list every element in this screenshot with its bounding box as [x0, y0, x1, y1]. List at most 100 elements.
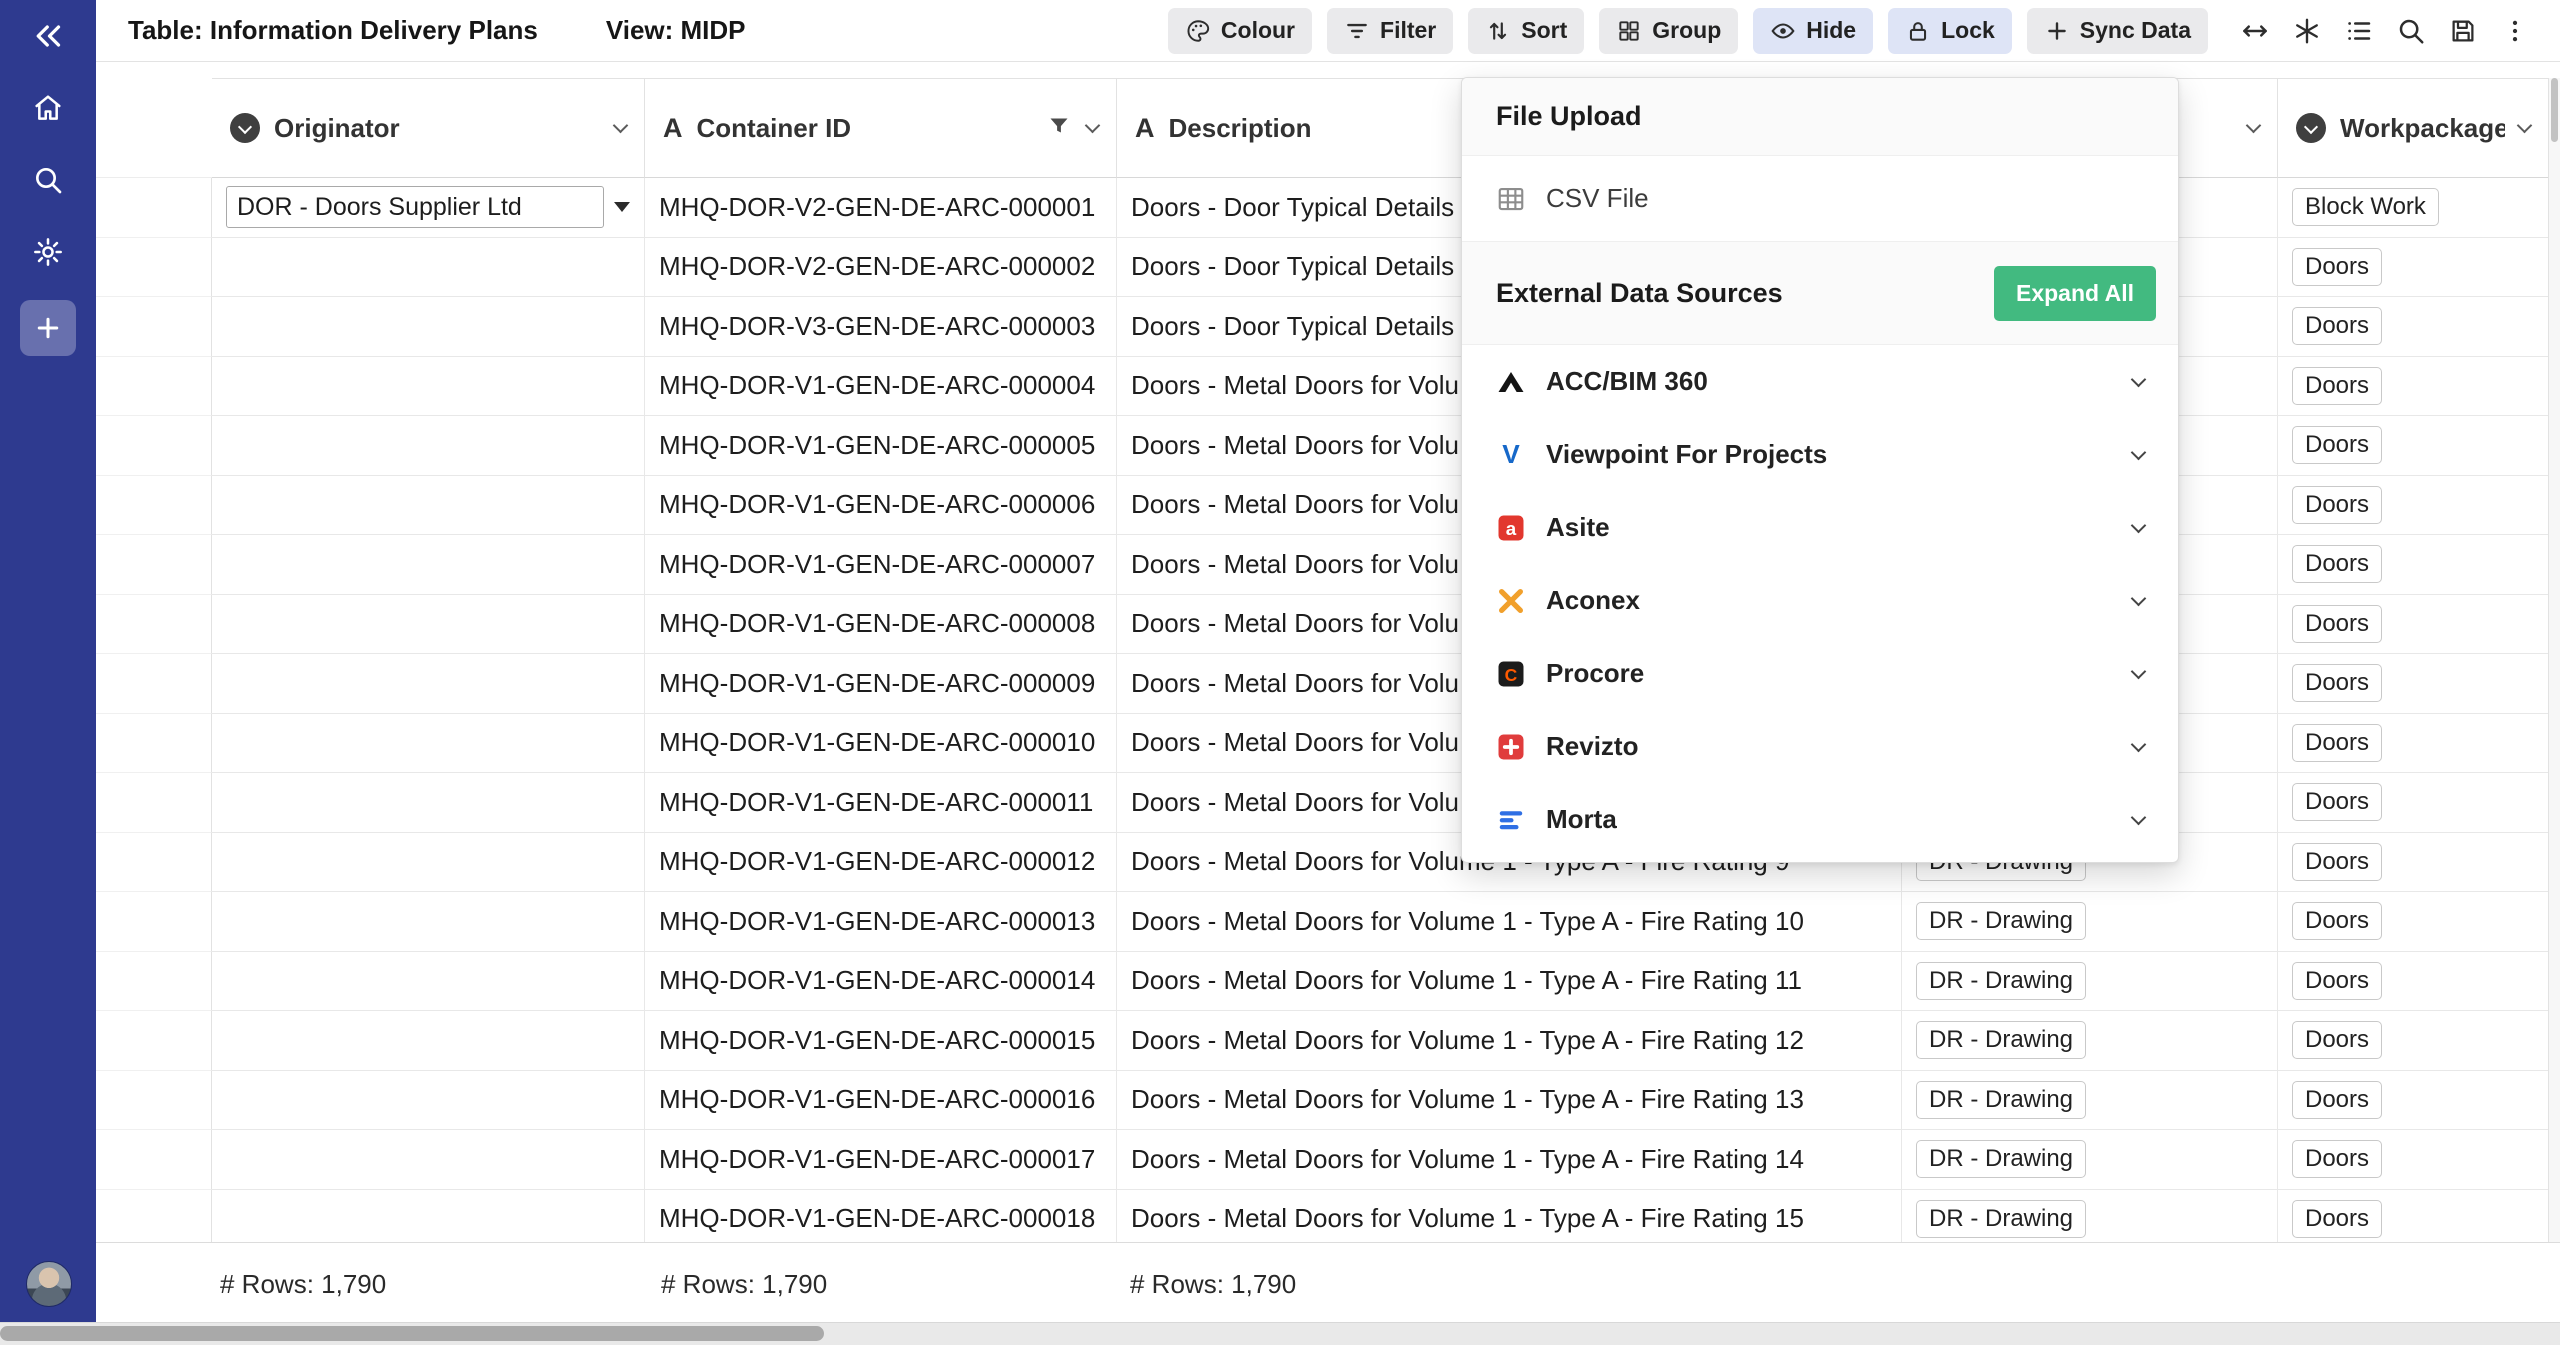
chevron-down-icon[interactable]	[2131, 809, 2147, 825]
workpackage-tag[interactable]: Doors	[2292, 426, 2382, 464]
save-icon[interactable]	[2440, 8, 2486, 54]
row-handle[interactable]	[96, 1130, 212, 1190]
cell-workpackage[interactable]: Doors	[2278, 833, 2549, 893]
workpackage-tag[interactable]: Doors	[2292, 248, 2382, 286]
toolbar-button-sync-data[interactable]: Sync Data	[2027, 8, 2208, 54]
cell-workpackage[interactable]: Doors	[2278, 714, 2549, 774]
chevron-down-icon[interactable]	[613, 118, 629, 134]
menu-item-csv-file[interactable]: CSV File	[1462, 156, 2178, 241]
cell-description[interactable]: Doors - Metal Doors for Volume 1 - Type …	[1117, 1011, 1902, 1071]
data-source-morta[interactable]: Morta	[1462, 783, 2178, 856]
cell-workpackage[interactable]: Doors	[2278, 1190, 2549, 1243]
cell-originator[interactable]	[212, 1130, 645, 1190]
list-icon[interactable]	[2336, 8, 2382, 54]
row-handle[interactable]	[96, 238, 212, 298]
cell-workpackage[interactable]: Block Work	[2278, 178, 2549, 238]
row-handle[interactable]	[96, 595, 212, 655]
cell-workpackage[interactable]: Doors	[2278, 535, 2549, 595]
workpackage-tag[interactable]: Doors	[2292, 1140, 2382, 1178]
horizontal-scrollbar-thumb[interactable]	[0, 1326, 824, 1341]
cell-workpackage[interactable]: Doors	[2278, 595, 2549, 655]
cell-workpackage[interactable]: Doors	[2278, 952, 2549, 1012]
workpackage-tag[interactable]: Doors	[2292, 1081, 2382, 1119]
toolbar-button-filter[interactable]: Filter	[1327, 8, 1453, 54]
cell-originator[interactable]	[212, 773, 645, 833]
chevron-down-icon[interactable]	[2131, 444, 2147, 460]
filter-active-icon[interactable]	[1047, 114, 1071, 143]
cell-originator[interactable]	[212, 416, 645, 476]
workpackage-tag[interactable]: Doors	[2292, 724, 2382, 762]
cell-workpackage[interactable]: Doors	[2278, 1130, 2549, 1190]
vertical-scrollbar-thumb[interactable]	[2551, 78, 2558, 142]
data-source-aconex[interactable]: Aconex	[1462, 564, 2178, 637]
cell-originator[interactable]	[212, 654, 645, 714]
document-type-tag[interactable]: DR - Drawing	[1916, 1081, 2086, 1119]
workpackage-tag[interactable]: Doors	[2292, 783, 2382, 821]
workpackage-tag[interactable]: Doors	[2292, 1021, 2382, 1059]
search-icon[interactable]	[2388, 8, 2434, 54]
cell-originator[interactable]	[212, 238, 645, 298]
cell-workpackage[interactable]: Doors	[2278, 773, 2549, 833]
cell-originator[interactable]: DOR - Doors Supplier Ltd	[212, 178, 645, 238]
cell-container-id[interactable]: MHQ-DOR-V1-GEN-DE-ARC-000015	[645, 1011, 1117, 1071]
row-handle[interactable]	[96, 535, 212, 595]
workpackage-tag[interactable]: Doors	[2292, 307, 2382, 345]
expand-all-button[interactable]: Expand All	[1994, 266, 2156, 321]
cell-originator[interactable]	[212, 952, 645, 1012]
row-handle[interactable]	[96, 1011, 212, 1071]
workpackage-tag[interactable]: Doors	[2292, 605, 2382, 643]
row-handle[interactable]	[96, 654, 212, 714]
cell-workpackage[interactable]: Doors	[2278, 297, 2549, 357]
cell-description[interactable]: Doors - Metal Doors for Volume 1 - Type …	[1117, 1071, 1902, 1131]
row-handle[interactable]	[96, 1071, 212, 1131]
document-type-tag[interactable]: DR - Drawing	[1916, 902, 2086, 940]
cell-originator[interactable]	[212, 892, 645, 952]
column-header-container-id[interactable]: A Container ID	[645, 78, 1117, 178]
cell-originator[interactable]	[212, 1190, 645, 1243]
column-header-workpackage[interactable]: Workpackage	[2278, 78, 2549, 178]
toolbar-button-group[interactable]: Group	[1599, 8, 1738, 54]
cell-description[interactable]: Doors - Metal Doors for Volume 1 - Type …	[1117, 1130, 1902, 1190]
row-handle[interactable]	[96, 1190, 212, 1243]
cell-container-id[interactable]: MHQ-DOR-V2-GEN-DE-ARC-000002	[645, 238, 1117, 298]
row-handle[interactable]	[96, 357, 212, 417]
cell-container-id[interactable]: MHQ-DOR-V1-GEN-DE-ARC-000012	[645, 833, 1117, 893]
toolbar-button-colour[interactable]: Colour	[1168, 8, 1312, 54]
cell-originator[interactable]	[212, 1071, 645, 1131]
cell-originator[interactable]	[212, 476, 645, 536]
cell-description[interactable]: Doors - Metal Doors for Volume 1 - Type …	[1117, 1190, 1902, 1243]
cell-document-type[interactable]: DR - Drawing	[1902, 952, 2278, 1012]
toolbar-button-sort[interactable]: Sort	[1468, 8, 1584, 54]
cell-originator[interactable]	[212, 595, 645, 655]
workpackage-tag[interactable]: Doors	[2292, 367, 2382, 405]
cell-container-id[interactable]: MHQ-DOR-V1-GEN-DE-ARC-000007	[645, 535, 1117, 595]
workpackage-tag[interactable]: Doors	[2292, 545, 2382, 583]
row-handle[interactable]	[96, 714, 212, 774]
row-handle[interactable]	[96, 416, 212, 476]
collapse-sidebar-icon[interactable]	[24, 12, 72, 60]
cell-document-type[interactable]: DR - Drawing	[1902, 1130, 2278, 1190]
originator-select-box[interactable]: DOR - Doors Supplier Ltd	[226, 186, 604, 228]
row-handle[interactable]	[96, 476, 212, 536]
cell-container-id[interactable]: MHQ-DOR-V1-GEN-DE-ARC-000008	[645, 595, 1117, 655]
cell-container-id[interactable]: MHQ-DOR-V1-GEN-DE-ARC-000011	[645, 773, 1117, 833]
cell-originator[interactable]	[212, 1011, 645, 1071]
cell-workpackage[interactable]: Doors	[2278, 654, 2549, 714]
workpackage-tag[interactable]: Doors	[2292, 843, 2382, 881]
cell-document-type[interactable]: DR - Drawing	[1902, 1011, 2278, 1071]
workpackage-tag[interactable]: Doors	[2292, 1200, 2382, 1238]
cell-workpackage[interactable]: Doors	[2278, 1071, 2549, 1131]
cell-container-id[interactable]: MHQ-DOR-V1-GEN-DE-ARC-000013	[645, 892, 1117, 952]
workpackage-tag[interactable]: Doors	[2292, 962, 2382, 1000]
cell-originator[interactable]	[212, 535, 645, 595]
row-handle[interactable]	[96, 833, 212, 893]
cell-container-id[interactable]: MHQ-DOR-V1-GEN-DE-ARC-000014	[645, 952, 1117, 1012]
cell-originator[interactable]	[212, 297, 645, 357]
cell-workpackage[interactable]: Doors	[2278, 416, 2549, 476]
cell-originator[interactable]	[212, 833, 645, 893]
workpackage-tag[interactable]: Block Work	[2292, 188, 2439, 226]
caret-down-icon[interactable]	[614, 202, 630, 212]
data-source-asite[interactable]: aAsite	[1462, 491, 2178, 564]
row-handle[interactable]	[96, 297, 212, 357]
row-handle[interactable]	[96, 952, 212, 1012]
